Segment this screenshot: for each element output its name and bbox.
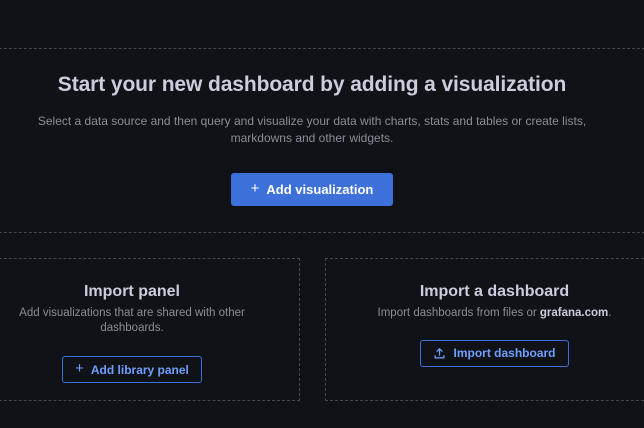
plus-icon: + xyxy=(251,181,260,196)
add-visualization-cta-panel: Start your new dashboard by adding a vis… xyxy=(0,48,644,233)
import-dashboard-tile: Import a dashboard Import dashboards fro… xyxy=(325,258,644,401)
new-dashboard-empty-state: Start your new dashboard by adding a vis… xyxy=(0,0,644,428)
import-dashboard-description-prefix: Import dashboards from files or xyxy=(378,307,540,319)
plus-icon: + xyxy=(75,361,84,376)
add-visualization-button-label: Add visualization xyxy=(266,182,373,197)
import-panel-description-line1: Add visualizations that are shared with … xyxy=(19,307,245,319)
import-dashboard-button-label: Import dashboard xyxy=(453,346,555,360)
import-panel-description: Add visualizations that are shared with … xyxy=(19,306,245,335)
cta-description: Select a data source and then query and … xyxy=(38,113,586,147)
import-dashboard-title: Import a dashboard xyxy=(420,282,569,302)
add-visualization-button[interactable]: + Add visualization xyxy=(231,173,394,206)
import-dashboard-description-suffix: . xyxy=(608,307,611,319)
cta-description-line1: Select a data source and then query and … xyxy=(38,114,586,128)
import-panel-tile: Import panel Add visualizations that are… xyxy=(0,258,300,401)
grafana-com-text: grafana.com xyxy=(540,307,608,319)
add-library-panel-button-label: Add library panel xyxy=(91,363,189,377)
cta-description-line2: markdowns and other widgets. xyxy=(231,131,394,145)
upload-icon xyxy=(433,347,446,360)
import-panel-description-line2: dashboards. xyxy=(100,322,163,334)
import-dashboard-button[interactable]: Import dashboard xyxy=(420,340,568,367)
cta-title: Start your new dashboard by adding a vis… xyxy=(58,71,566,99)
import-dashboard-description: Import dashboards from files or grafana.… xyxy=(378,306,612,321)
add-library-panel-button[interactable]: + Add library panel xyxy=(62,356,202,383)
import-panel-title: Import panel xyxy=(84,282,180,302)
